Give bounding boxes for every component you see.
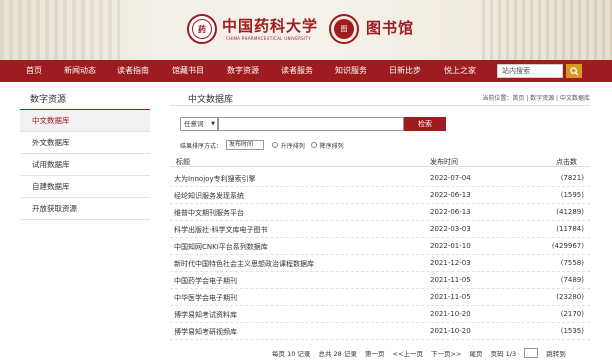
row-hits: (41289) bbox=[556, 208, 584, 216]
sort-desc-radio[interactable] bbox=[310, 142, 317, 148]
bookshelf-decoration bbox=[0, 0, 120, 60]
header-banner: 药 中国药科大学 CHINA PHARMACEUTICAL UNIVERSITY… bbox=[0, 0, 612, 60]
page-title: 中文数据库 bbox=[188, 95, 234, 105]
row-date: 2021-10-20 bbox=[430, 310, 471, 318]
search-icon bbox=[569, 66, 579, 76]
row-date: 2021-11-05 bbox=[430, 276, 471, 284]
site-search-button[interactable] bbox=[566, 64, 582, 78]
nav-item-progress[interactable]: 日新比步 bbox=[389, 60, 421, 82]
first-page-link[interactable]: 第一页 bbox=[365, 348, 385, 358]
sort-desc-label[interactable]: 降序排列 bbox=[320, 141, 344, 150]
row-title-link[interactable]: 中国知网CNKI平台系列数据库 bbox=[174, 242, 268, 252]
row-hits: (11784) bbox=[556, 225, 584, 233]
nav-item-digital-resources[interactable]: 数字资源 bbox=[227, 60, 259, 82]
library-name: 图书馆 bbox=[366, 19, 415, 37]
row-hits: (7558) bbox=[560, 259, 584, 267]
sidebar-item-chinese-databases[interactable]: 中文数据库 bbox=[20, 110, 150, 132]
sidebar-item-open-access[interactable]: 开放获取资源 bbox=[20, 198, 150, 220]
row-hits: (7821) bbox=[560, 174, 584, 182]
row-title-link[interactable]: 中华医学会电子期刊 bbox=[174, 293, 237, 303]
nav-item-knowledge-services[interactable]: 知识服务 bbox=[335, 60, 367, 82]
table-row[interactable]: 博学易知考试资料库 2021-10-20 (2170) bbox=[170, 306, 590, 323]
row-date: 2022-01-10 bbox=[430, 242, 471, 250]
search-input[interactable] bbox=[218, 117, 404, 131]
row-hits: (429967) bbox=[551, 242, 584, 250]
nav-item-catalog[interactable]: 馆藏书目 bbox=[172, 60, 204, 82]
sidebar-item-foreign-databases[interactable]: 外文数据库 bbox=[20, 132, 150, 154]
sort-label: 结果排序方式： bbox=[180, 142, 223, 150]
library-logo[interactable]: 图 bbox=[329, 14, 359, 44]
row-title-link[interactable]: 博学易知考研视频库 bbox=[174, 327, 237, 337]
search-button[interactable]: 检索 bbox=[404, 117, 446, 131]
table-row[interactable]: 中华医学会电子期刊 2021-11-05 (23280) bbox=[170, 289, 590, 306]
nav-item-guide[interactable]: 读者指南 bbox=[117, 60, 149, 82]
table-row[interactable]: 经纶知识服务发现系统 2022-06-13 (1595) bbox=[170, 187, 590, 204]
row-hits: (1595) bbox=[560, 191, 584, 199]
row-hits: (2170) bbox=[560, 310, 584, 318]
divider bbox=[170, 166, 590, 167]
nav-item-home[interactable]: 首页 bbox=[26, 60, 42, 82]
sort-options: 结果排序方式： 发布时间 升序排列 降序排列 bbox=[180, 140, 344, 150]
row-hits: (7489) bbox=[560, 276, 584, 284]
row-title-link[interactable]: 中国药学会电子期刊 bbox=[174, 276, 237, 286]
table-row[interactable]: 中国知网CNKI平台系列数据库 2022-01-10 (429967) bbox=[170, 238, 590, 255]
last-page-link[interactable]: 尾页 bbox=[470, 348, 483, 358]
university-name-en: CHINA PHARMACEUTICAL UNIVERSITY bbox=[226, 36, 311, 41]
row-date: 2022-06-13 bbox=[430, 208, 471, 216]
site-search-input[interactable]: 站内搜索 bbox=[497, 64, 563, 78]
university-name: 中国药科大学 bbox=[222, 17, 319, 35]
sort-asc-radio[interactable] bbox=[271, 142, 278, 148]
table-row[interactable]: 新时代中国特色社会主义思想政治课程数据库 2021-12-03 (7558) bbox=[170, 255, 590, 272]
sidebar-title: 数字资源 bbox=[20, 92, 150, 111]
pagination: 每页 10 记录 总共 28 记录 第一页 <<上一页 下一页>> 尾页 页码 … bbox=[272, 348, 572, 360]
table-row[interactable]: 科学出版社-科学文库电子图书 2022-03-03 (11784) bbox=[170, 221, 590, 238]
table-row[interactable]: 维普中文期刊服务平台 2022-06-13 (41289) bbox=[170, 204, 590, 221]
row-date: 2022-06-13 bbox=[430, 191, 471, 199]
table-row[interactable]: 博学易知考研视频库 2021-10-20 (1535) bbox=[170, 323, 590, 340]
row-date: 2021-11-05 bbox=[430, 293, 471, 301]
search-field-select[interactable]: 任意词 ▼ bbox=[180, 117, 218, 131]
sort-asc-label[interactable]: 升序排列 bbox=[281, 141, 305, 150]
next-page-link[interactable]: 下一页>> bbox=[431, 348, 461, 358]
table-row[interactable]: 大为Innojoy专利搜索引擎 2022-07-04 (7821) bbox=[170, 170, 590, 187]
row-date: 2021-12-03 bbox=[430, 259, 471, 267]
university-logo[interactable]: 药 bbox=[187, 14, 217, 44]
page-info: 页码 1/3 bbox=[490, 350, 517, 358]
row-title-link[interactable]: 经纶知识服务发现系统 bbox=[174, 191, 244, 201]
row-title-link[interactable]: 新时代中国特色社会主义思想政治课程数据库 bbox=[174, 259, 314, 269]
row-hits: (23280) bbox=[556, 293, 584, 301]
row-hits: (1535) bbox=[560, 327, 584, 335]
row-title-link[interactable]: 维普中文期刊服务平台 bbox=[174, 208, 244, 218]
table-row[interactable]: 中国药学会电子期刊 2021-11-05 (7489) bbox=[170, 272, 590, 289]
row-date: 2022-07-04 bbox=[430, 174, 471, 182]
row-date: 2022-03-03 bbox=[430, 225, 471, 233]
sidebar-item-trial-databases[interactable]: 试用数据库 bbox=[20, 154, 150, 176]
bookshelf-decoration bbox=[482, 0, 612, 60]
row-title-link[interactable]: 大为Innojoy专利搜索引擎 bbox=[174, 174, 256, 184]
row-title-link[interactable]: 科学出版社-科学文库电子图书 bbox=[174, 225, 268, 235]
breadcrumb[interactable]: 当前位置：首页 | 数字资源 | 中文数据库 bbox=[482, 93, 590, 102]
chevron-down-icon: ▼ bbox=[211, 121, 215, 127]
sidebar-item-self-built-databases[interactable]: 自建数据库 bbox=[20, 176, 150, 198]
row-title-link[interactable]: 博学易知考试资料库 bbox=[174, 310, 237, 320]
row-date: 2021-10-20 bbox=[430, 327, 471, 335]
per-page-text: 每页 10 记录 bbox=[272, 350, 311, 358]
main-nav: 首页 新闻动态 读者指南 馆藏书目 数字资源 读者服务 知识服务 日新比步 悦上… bbox=[0, 60, 612, 82]
page-header: 中文数据库 当前位置：首页 | 数字资源 | 中文数据库 bbox=[170, 92, 590, 106]
total-text: 总共 28 记录 bbox=[318, 350, 357, 358]
nav-item-news[interactable]: 新闻动态 bbox=[64, 60, 96, 82]
prev-page-link[interactable]: <<上一页 bbox=[393, 348, 423, 358]
nav-item-home-of-readers[interactable]: 悦上之家 bbox=[444, 60, 476, 82]
jump-button[interactable]: 跳转到 bbox=[546, 348, 566, 358]
nav-item-reader-services[interactable]: 读者服务 bbox=[281, 60, 313, 82]
sort-field-select[interactable]: 发布时间 bbox=[225, 140, 264, 150]
page-jump-input[interactable] bbox=[524, 348, 539, 358]
